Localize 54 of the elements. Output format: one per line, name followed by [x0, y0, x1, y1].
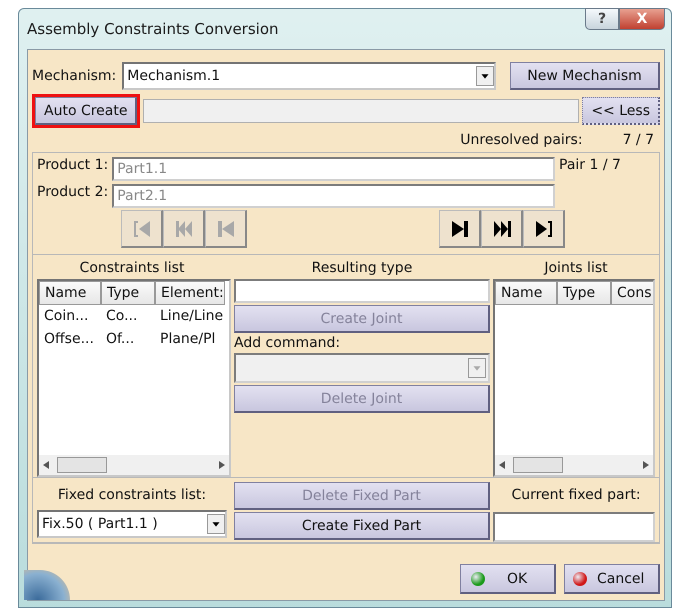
fixed-constraints-label: Fixed constraints list: [56, 486, 208, 505]
table-cell-text: Plane/Pl [159, 330, 216, 349]
create-fixed-part-button[interactable]: Create Fixed Part [234, 512, 490, 540]
column-header[interactable]: Element: [155, 281, 225, 305]
constraints-list-title: Constraints list [78, 259, 186, 278]
table-cell-text: Co... [105, 307, 138, 326]
joints-list-title: Joints list [542, 259, 609, 278]
window-title: Assembly Constraints Conversion [27, 20, 279, 38]
current-fixed-part-label: Current fixed part: [510, 486, 642, 505]
column-header[interactable]: Cons [611, 281, 653, 305]
column-header[interactable]: Type [101, 281, 155, 305]
pair-counter: Pair 1 / 7 [559, 157, 622, 175]
scroll-left-icon[interactable] [499, 461, 505, 469]
product-field[interactable]: Part2.1 [112, 184, 555, 208]
table-cell-text: Coin... [43, 307, 90, 326]
fixed-constraints-dropdown[interactable]: Fix.50 ( Part1.1 ) [37, 510, 227, 538]
less-button[interactable]: << Less [582, 97, 660, 125]
dropdown-caret-icon [468, 358, 486, 378]
dropdown-caret-icon [476, 66, 494, 86]
help-button[interactable]: ? [585, 8, 619, 30]
resulting-type-title: Resulting type [310, 259, 414, 278]
mechanism-label: Mechanism: [32, 68, 116, 84]
navigation-button[interactable] [481, 210, 523, 248]
column-header[interactable]: Type [557, 281, 611, 305]
table-cell-text: Offse... [43, 330, 95, 349]
horizontal-scrollbar[interactable] [495, 455, 653, 475]
scroll-left-icon[interactable] [43, 461, 49, 469]
column-header[interactable]: Name [39, 281, 101, 305]
navigation-button[interactable] [523, 210, 565, 248]
unresolved-pairs-count: 7 / 7 [622, 132, 654, 148]
mechanism-dropdown[interactable]: Mechanism.1 [122, 62, 496, 90]
navigation-button[interactable] [439, 210, 481, 248]
resulting-type-field[interactable] [234, 279, 490, 303]
auto-create-button[interactable]: Auto Create [35, 97, 138, 125]
column-header[interactable]: Name [495, 281, 557, 305]
current-fixed-part-field[interactable] [493, 512, 655, 542]
scroll-right-icon[interactable] [219, 461, 225, 469]
add-command-dropdown[interactable] [234, 353, 490, 383]
dropdown-caret-icon [207, 514, 225, 534]
add-command-label: Add command: [234, 335, 342, 351]
ok-button[interactable]: OK [460, 564, 556, 594]
scroll-right-icon[interactable] [643, 461, 649, 469]
table-cell-text: Of... [105, 330, 136, 349]
product-label: Product 2: [37, 184, 108, 202]
product-field[interactable]: Part1.1 [112, 157, 555, 181]
unresolved-pairs-label: Unresolved pairs: [460, 132, 583, 148]
product-label: Product 1: [37, 157, 108, 175]
horizontal-scrollbar[interactable] [39, 455, 229, 475]
globe-logo-icon [24, 570, 70, 600]
new-mechanism-button[interactable]: New Mechanism [510, 62, 660, 90]
status-light-icon [471, 572, 485, 586]
cancel-button[interactable]: Cancel [564, 564, 660, 594]
table-cell-text: Line/Line [159, 307, 224, 326]
status-light-icon [573, 572, 587, 586]
